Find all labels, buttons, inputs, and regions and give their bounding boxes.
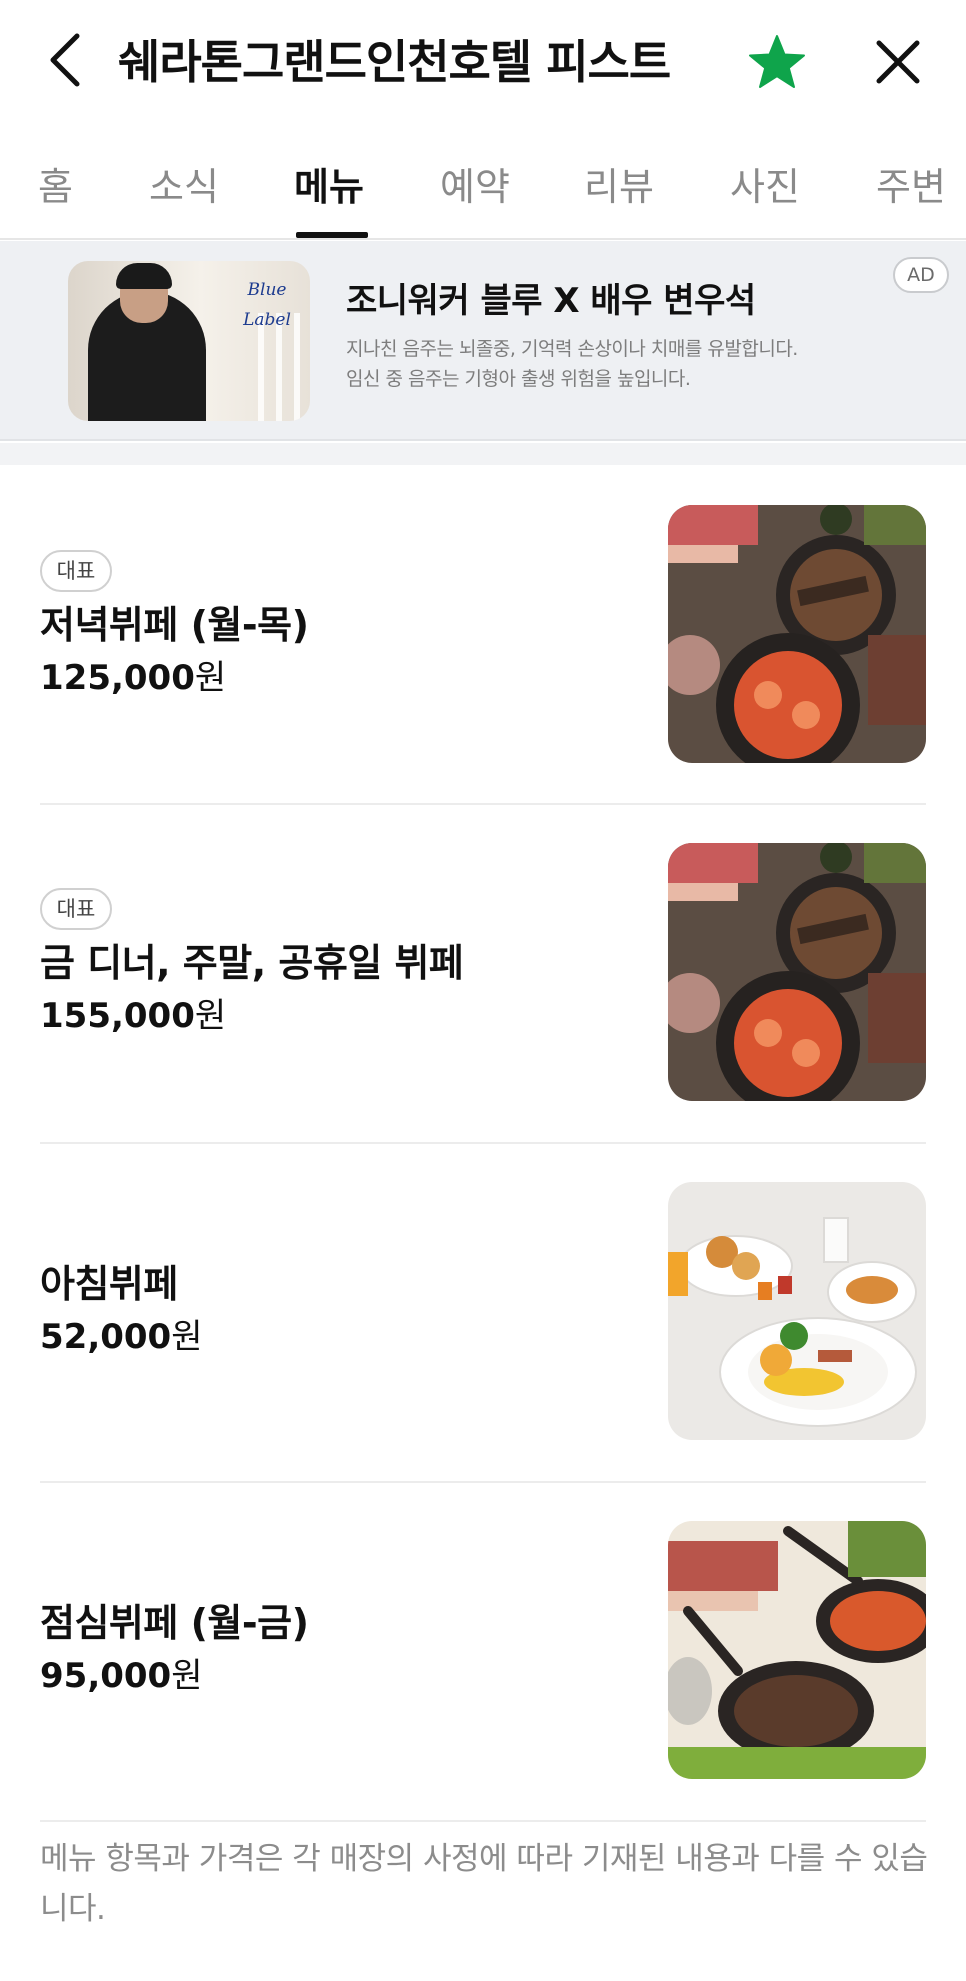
tab-menu[interactable]: 메뉴: [294, 156, 364, 218]
menu-item-price: 155,000원: [40, 993, 226, 1039]
ad-image: Blue Label: [68, 261, 310, 421]
close-icon: [876, 40, 920, 84]
menu-item-price: 95,000원: [40, 1653, 202, 1699]
menu-item[interactable]: 아침뷔페 52,000원: [0, 1144, 966, 1482]
tab-bar: 홈 소식 메뉴 예약 리뷰 사진 주변: [0, 130, 966, 240]
menu-item-price: 52,000원: [40, 1314, 202, 1360]
food-photo-graphic: [668, 505, 926, 763]
menu-item[interactable]: 대표 금 디너, 주말, 공휴일 뷔페 155,000원: [0, 805, 966, 1143]
section-gap: [0, 443, 966, 465]
price-currency: 원: [171, 1656, 203, 1696]
top-bar: 쉐라톤그랜드인천호텔 피스트: [0, 0, 966, 130]
close-button[interactable]: [868, 32, 928, 92]
tab-reservation[interactable]: 예약: [440, 156, 510, 218]
ad-title: 조니워커 블루 X 배우 변우석: [346, 281, 756, 321]
food-photo-graphic: [668, 1182, 926, 1440]
ad-brand-logo: Blue Label: [243, 280, 291, 330]
tab-home[interactable]: 홈: [38, 156, 73, 218]
page-title: 쉐라톤그랜드인천호텔 피스트: [118, 35, 671, 89]
price-currency: 원: [194, 658, 227, 698]
ad-warning-line-2: 임신 중 음주는 기형아 출생 위험을 높입니다.: [346, 368, 691, 390]
food-photo-graphic: [668, 843, 926, 1101]
menu-item-price: 125,000원: [40, 655, 226, 701]
star-icon: [749, 35, 805, 88]
signature-badge: 대표: [40, 888, 112, 930]
menu-item[interactable]: 점심뷔페 (월-금) 95,000원: [0, 1483, 966, 1821]
ad-image-railing: [294, 313, 300, 421]
menu-disclaimer: 메뉴 항목과 가격은 각 매장의 사정에 따라 기재된 내용과 다를 수 있습니…: [40, 1841, 928, 1927]
ad-badge[interactable]: AD: [893, 257, 949, 293]
price-currency: 원: [171, 1317, 203, 1357]
price-currency: 원: [194, 996, 227, 1036]
tab-news[interactable]: 소식: [149, 156, 219, 218]
chevron-left-icon: [50, 33, 80, 87]
food-photo-graphic: [668, 1521, 926, 1779]
menu-item[interactable]: 대표 저녁뷔페 (월-목) 125,000원: [0, 465, 966, 803]
menu-item-name: 금 디너, 주말, 공휴일 뷔페: [40, 941, 464, 985]
tab-photos[interactable]: 사진: [730, 156, 800, 218]
ad-warning-line-1: 지나친 음주는 뇌졸중, 기억력 손상이나 치매를 유발합니다.: [346, 338, 798, 360]
breakfast-buffet-photo[interactable]: [668, 1182, 926, 1440]
price-amount: 125,000: [40, 658, 195, 698]
item-divider: [40, 1820, 926, 1822]
tab-nearby[interactable]: 주변: [876, 156, 946, 218]
lunch-buffet-photo[interactable]: [668, 1521, 926, 1779]
price-amount: 52,000: [40, 1317, 172, 1357]
menu-item-name: 저녁뷔페 (월-목): [40, 603, 309, 647]
active-tab-indicator: [296, 232, 368, 238]
menu-item-name: 아침뷔페: [40, 1262, 178, 1306]
ad-banner[interactable]: Blue Label 조니워커 블루 X 배우 변우석 지나친 음주는 뇌졸중,…: [0, 241, 966, 441]
menu-item-name: 점심뷔페 (월-금): [40, 1601, 309, 1645]
ad-model-hair: [116, 263, 172, 289]
favorite-button[interactable]: [745, 32, 809, 92]
price-amount: 155,000: [40, 996, 195, 1036]
back-button[interactable]: [40, 30, 90, 90]
weekend-buffet-photo[interactable]: [668, 843, 926, 1101]
price-amount: 95,000: [40, 1656, 172, 1696]
dinner-buffet-photo[interactable]: [668, 505, 926, 763]
signature-badge: 대표: [40, 550, 112, 592]
tab-reviews[interactable]: 리뷰: [584, 156, 654, 218]
